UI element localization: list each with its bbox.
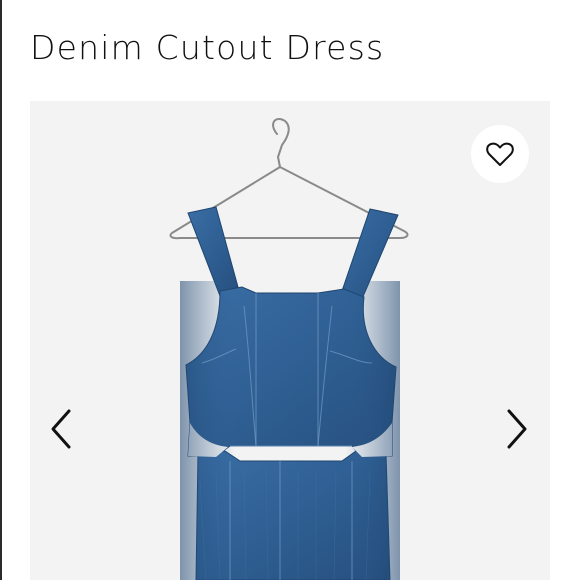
denim-dress-photo — [169, 117, 409, 580]
product-image-gallery[interactable] — [30, 101, 550, 580]
product-page: Denim Cutout Dress — [0, 0, 580, 580]
chevron-right-icon — [507, 409, 527, 449]
product-title: Denim Cutout Dress — [30, 28, 385, 67]
heart-outline-icon — [486, 142, 514, 166]
favorite-button[interactable] — [471, 125, 529, 183]
previous-image-button[interactable] — [46, 401, 76, 457]
next-image-button[interactable] — [502, 401, 532, 457]
chevron-left-icon — [51, 409, 71, 449]
left-edge-border — [0, 0, 2, 580]
